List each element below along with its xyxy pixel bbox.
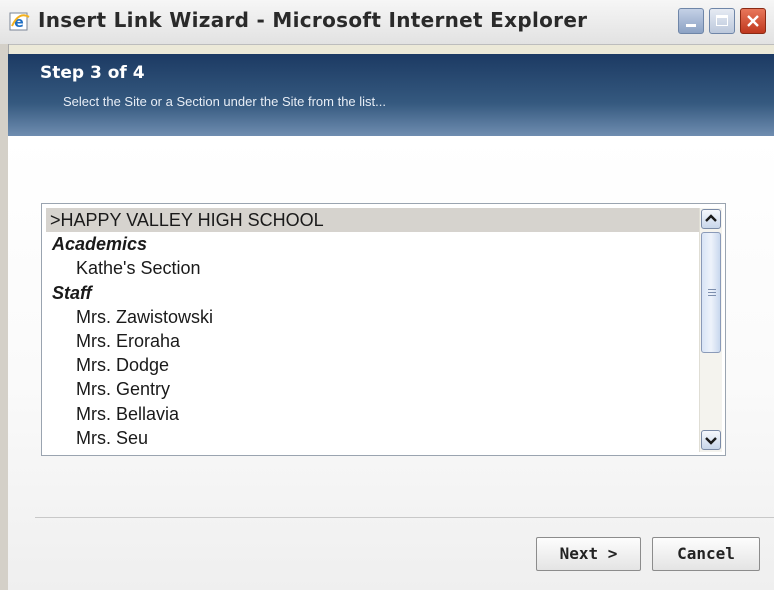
scroll-thumb[interactable] [701, 232, 721, 353]
ie-icon: e [9, 11, 31, 33]
chevron-up-icon [705, 214, 717, 222]
footer-divider [35, 517, 774, 518]
maximize-icon [716, 15, 728, 26]
step-description: Select the Site or a Section under the S… [63, 94, 387, 109]
next-button[interactable]: Next > [536, 537, 641, 571]
chevron-down-icon [705, 437, 717, 445]
title-bar[interactable]: e Insert Link Wizard - Microsoft Interne… [0, 0, 774, 45]
list-item-category[interactable]: Academics [46, 232, 700, 256]
list-item-category[interactable]: Staff [46, 281, 700, 305]
scroll-up-button[interactable] [701, 209, 721, 229]
minimize-icon [686, 24, 696, 27]
list-item[interactable]: Mrs. Gentry [46, 377, 700, 401]
window-title: Insert Link Wizard - Microsoft Internet … [38, 8, 588, 32]
maximize-button[interactable] [709, 8, 735, 34]
grip-icon [708, 289, 716, 296]
minimize-button[interactable] [678, 8, 704, 34]
site-listbox[interactable]: >HAPPY VALLEY HIGH SCHOOL Academics Kath… [46, 208, 700, 452]
list-item[interactable]: Mrs. Zawistowski [46, 305, 700, 329]
close-button[interactable] [740, 8, 766, 34]
list-item[interactable]: Mrs. Seu [46, 426, 700, 450]
cancel-button[interactable]: Cancel [652, 537, 760, 571]
close-icon [747, 15, 759, 27]
wizard-window: e Insert Link Wizard - Microsoft Interne… [0, 0, 774, 590]
list-item-site[interactable]: >HAPPY VALLEY HIGH SCHOOL [46, 208, 700, 233]
step-indicator: Step 3 of 4 [40, 63, 145, 83]
wizard-header: Step 3 of 4 Select the Site or a Section… [8, 54, 774, 136]
list-item[interactable]: Mrs. Dodge [46, 353, 700, 377]
list-item[interactable]: Mrs. Bellavia [46, 402, 700, 426]
scroll-down-button[interactable] [701, 430, 721, 450]
list-item[interactable]: Mrs. Eroraha [46, 329, 700, 353]
listbox-scrollbar[interactable] [699, 208, 722, 452]
list-item[interactable]: Kathe's Section [46, 256, 700, 280]
